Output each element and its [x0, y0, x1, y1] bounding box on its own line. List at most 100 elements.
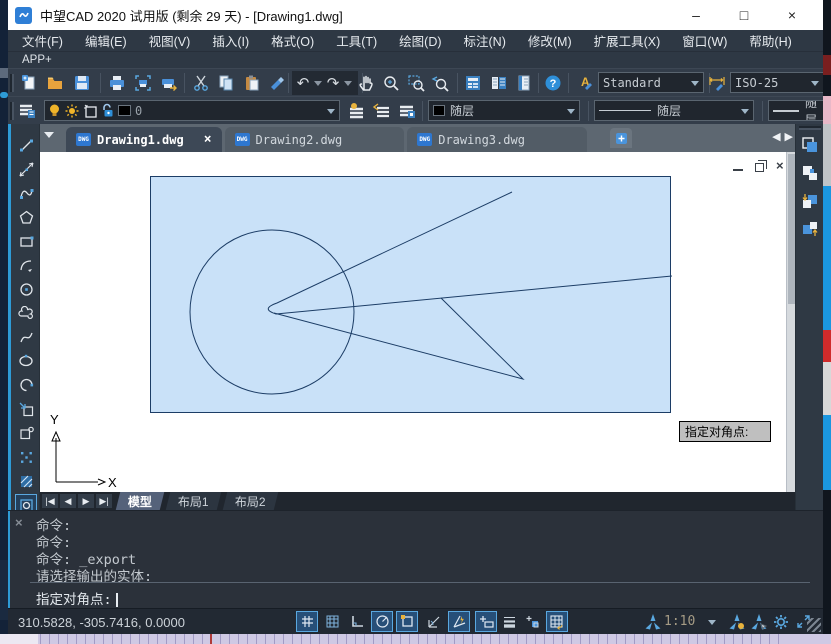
redo-dropdown-icon[interactable] — [344, 81, 352, 86]
polar-tracking-toggle[interactable] — [371, 611, 393, 632]
mdi-close-icon[interactable]: × — [776, 160, 786, 172]
toolbar-grip[interactable] — [10, 102, 14, 120]
paste-icon[interactable] — [241, 72, 263, 94]
bring-above-object-icon[interactable] — [799, 190, 821, 212]
minimize-button[interactable]: – — [687, 6, 705, 24]
app-plus-label[interactable]: APP+ — [22, 54, 52, 66]
make-object-layer-current-icon[interactable] — [346, 100, 368, 122]
tab-close-icon[interactable]: × — [204, 132, 212, 147]
text-style-icon[interactable]: A — [574, 72, 596, 94]
first-layout-icon[interactable]: |◀ — [42, 494, 58, 508]
maximize-button[interactable]: □ — [735, 6, 753, 24]
command-prompt[interactable]: 指定对角点: — [36, 588, 118, 608]
rectangle-tool-icon[interactable] — [15, 230, 37, 252]
plot-icon[interactable] — [106, 72, 128, 94]
new-layer-frame-icon[interactable] — [83, 104, 97, 118]
layer-properties-manager-icon[interactable] — [16, 100, 38, 122]
undo-icon[interactable]: ↶ — [292, 74, 314, 92]
doc-tab-drawing3[interactable]: DWG Drawing3.dwg — [407, 127, 587, 152]
menu-express-tools[interactable]: 扩展工具(X) — [594, 31, 661, 50]
make-block-tool-icon[interactable] — [15, 422, 37, 444]
send-under-object-icon[interactable] — [799, 218, 821, 240]
lock-unlocked-icon[interactable] — [101, 103, 114, 118]
grid-display-toggle[interactable] — [321, 611, 343, 632]
new-tab-button[interactable] — [610, 128, 632, 148]
redo-icon[interactable]: ↷ — [322, 74, 344, 92]
doc-tab-drawing2[interactable]: DWG Drawing2.dwg — [225, 127, 405, 152]
dim-style-icon[interactable] — [706, 72, 728, 94]
properties-palette-icon[interactable] — [462, 72, 484, 94]
menu-view[interactable]: 视图(V) — [149, 31, 191, 50]
annotation-autoscale-icon[interactable] — [748, 611, 770, 632]
match-properties-icon[interactable] — [266, 72, 288, 94]
line-tool-icon[interactable] — [15, 134, 37, 156]
zoom-window-icon[interactable] — [405, 72, 427, 94]
copy-icon[interactable] — [215, 72, 237, 94]
next-layout-icon[interactable]: ▶ — [78, 494, 94, 508]
show-lineweight-toggle[interactable] — [498, 611, 520, 632]
menu-format[interactable]: 格式(O) — [271, 31, 314, 50]
save-icon[interactable] — [71, 72, 93, 94]
title-bar[interactable]: 中望CAD 2020 试用版 (剩余 29 天) - [Drawing1.dwg… — [8, 0, 823, 30]
dynamic-ucs-toggle[interactable] — [448, 611, 470, 632]
drawing-canvas[interactable]: Y X × — [40, 152, 786, 492]
scale-dropdown-icon[interactable] — [708, 620, 716, 625]
revision-cloud-tool-icon[interactable] — [15, 302, 37, 324]
zoom-previous-icon[interactable] — [429, 72, 451, 94]
mdi-minimize-icon[interactable] — [733, 162, 743, 171]
annotation-scale-value[interactable]: 1:10 — [664, 614, 695, 629]
dynamic-input-toggle[interactable] — [475, 611, 497, 632]
plot-preview-icon[interactable] — [132, 72, 154, 94]
command-close-icon[interactable]: × — [15, 515, 23, 530]
menu-edit[interactable]: 编辑(E) — [85, 31, 127, 50]
help-icon[interactable]: ? — [542, 72, 564, 94]
menu-draw[interactable]: 绘图(D) — [399, 31, 441, 50]
layer-dropdown[interactable]: 0 — [44, 100, 340, 121]
polyline-tool-icon[interactable] — [15, 182, 37, 204]
plot-to-file-icon[interactable] — [158, 72, 180, 94]
prev-layout-icon[interactable]: ◀ — [60, 494, 76, 508]
new-file-icon[interactable] — [18, 72, 40, 94]
tab-list-dropdown-icon[interactable] — [44, 132, 54, 138]
mdi-restore-icon[interactable] — [755, 163, 764, 172]
color-dropdown[interactable]: 随层 — [428, 100, 580, 121]
menu-window[interactable]: 窗口(W) — [682, 31, 727, 50]
menu-tools[interactable]: 工具(T) — [336, 31, 377, 50]
bring-to-front-icon[interactable] — [799, 134, 821, 156]
polygon-tool-icon[interactable] — [15, 206, 37, 228]
point-tool-icon[interactable] — [15, 446, 37, 468]
menu-dimension[interactable]: 标注(N) — [464, 31, 506, 50]
tab-model[interactable]: 模型 — [116, 492, 165, 510]
layer-previous-icon[interactable] — [371, 100, 393, 122]
arc-tool-icon[interactable] — [15, 254, 37, 276]
command-line-panel[interactable]: × 命令: 命令: 命令: _export 请选择输出的实体: 指定对角点: — [8, 510, 823, 608]
tab-layout2[interactable]: 布局2 — [222, 492, 277, 510]
object-snap-toggle[interactable] — [396, 611, 418, 632]
tab-scroll-left-icon[interactable]: ◀ — [772, 130, 780, 143]
dim-style-dropdown[interactable]: ISO-25 — [730, 72, 823, 93]
close-button[interactable]: × — [783, 6, 801, 24]
bulb-on-icon[interactable] — [48, 103, 61, 118]
lineweight-dropdown[interactable]: 随层 — [768, 100, 823, 121]
snap-mode-toggle[interactable] — [296, 611, 318, 632]
canvas-scrollbar[interactable] — [786, 152, 795, 492]
menu-insert[interactable]: 插入(I) — [212, 31, 249, 50]
toolbar-grip[interactable] — [10, 74, 14, 92]
circle-tool-icon[interactable] — [15, 278, 37, 300]
send-to-back-icon[interactable] — [799, 162, 821, 184]
layer-states-icon[interactable] — [396, 100, 418, 122]
resize-grip[interactable] — [807, 618, 821, 632]
menu-help[interactable]: 帮助(H) — [749, 31, 791, 50]
tab-layout1[interactable]: 布局1 — [166, 492, 221, 510]
viewport-grid-toggle[interactable] — [546, 611, 568, 632]
undo-dropdown-icon[interactable] — [314, 81, 322, 86]
ellipse-tool-icon[interactable] — [15, 350, 37, 372]
object-snap-tracking-toggle[interactable] — [423, 611, 445, 632]
ortho-mode-toggle[interactable] — [346, 611, 368, 632]
ellipse-arc-tool-icon[interactable] — [15, 374, 37, 396]
toolbar-grip[interactable] — [799, 126, 821, 130]
linetype-dropdown[interactable]: 随层 — [594, 100, 754, 121]
open-file-icon[interactable] — [44, 72, 66, 94]
menu-file[interactable]: 文件(F) — [22, 31, 63, 50]
annotation-scale-icon[interactable] — [642, 611, 664, 632]
